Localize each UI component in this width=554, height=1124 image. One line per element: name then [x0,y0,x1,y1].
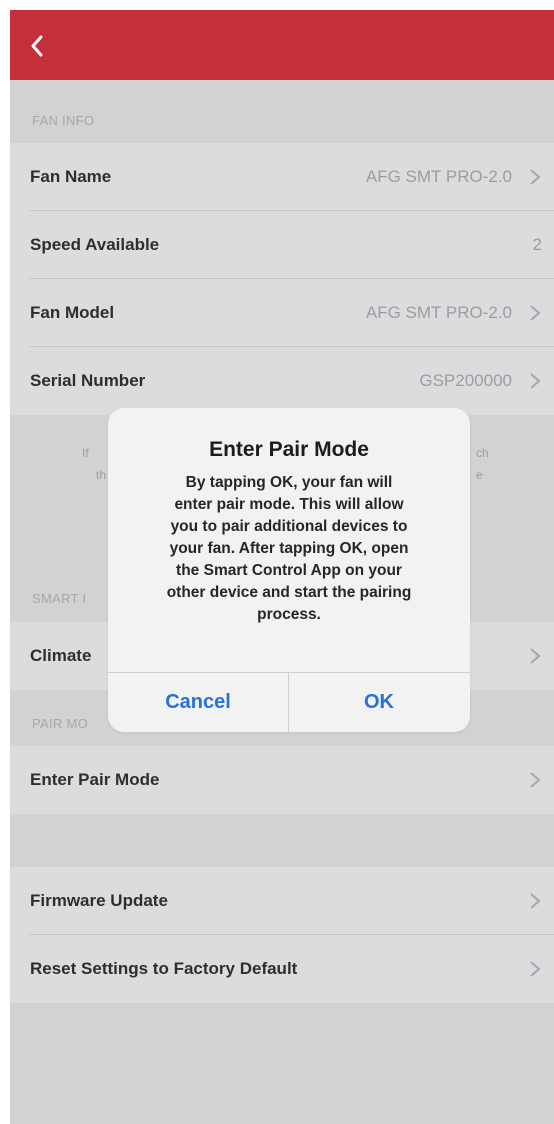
serial-number-row[interactable]: Serial Number GSP200000 [10,347,554,415]
navigation-bar [10,10,554,80]
speed-available-row: Speed Available 2 [10,211,554,279]
alert-message-line: enter pair mode. This will allow [174,496,404,513]
chevron-right-icon [530,169,541,185]
chevron-right-icon [530,893,541,909]
fan-model-value: AFG SMT PRO-2.0 [365,303,512,322]
alert-message: By tapping OK, your fan will enter pair … [120,472,458,626]
fan-model-label: Fan Model [30,303,115,322]
alert-message-line: the Smart Control App on your [176,562,402,579]
fan-name-value: AFG SMT PRO-2.0 [365,167,512,186]
footnote-fragment: e [476,468,483,482]
speed-available-value: 2 [532,235,542,254]
serial-number-label: Serial Number [30,371,146,390]
firmware-update-row[interactable]: Firmware Update [10,867,554,935]
enter-pair-mode-label: Enter Pair Mode [30,770,160,789]
footnote-fragment: th [96,468,107,482]
chevron-right-icon [530,772,541,788]
alert-title: Enter Pair Mode [209,438,369,461]
climate-label: Climate [30,646,92,665]
footnote-fragment: If [82,446,89,460]
fan-name-row[interactable]: Fan Name AFG SMT PRO-2.0 [10,143,554,211]
chevron-left-icon [31,35,43,57]
firmware-update-label: Firmware Update [30,891,168,910]
back-button[interactable] [24,30,54,62]
fan-model-row[interactable]: Fan Model AFG SMT PRO-2.0 [10,279,554,347]
alert-message-line: you to pair additional devices to [170,518,408,535]
chevron-right-icon [530,305,541,321]
enter-pair-mode-row[interactable]: Enter Pair Mode [10,746,554,814]
alert-button-row: Cancel OK [108,672,470,732]
fan-info-section-header: FAN INFO [32,113,95,128]
smart-section-header: SMART I [32,591,87,606]
settings-screen: FAN INFO Fan Name AFG SMT PRO-2.0 Speed … [10,10,554,1124]
chevron-right-icon [530,648,541,664]
fan-name-label: Fan Name [30,167,112,186]
alert-message-line: By tapping OK, your fan will [185,474,393,491]
chevron-right-icon [530,373,541,389]
alert-message-line: other device and start the pairing [166,584,412,601]
pair-mode-alert-dialog: Enter Pair Mode By tapping OK, your fan … [108,408,470,732]
ok-button[interactable]: OK [289,673,469,732]
alert-message-line: your fan. After tapping OK, open [169,540,409,557]
chevron-right-icon [530,961,541,977]
footnote-fragment: ch [476,446,489,460]
cancel-button[interactable]: Cancel [108,673,289,732]
serial-number-value: GSP200000 [419,371,512,390]
reset-settings-label: Reset Settings to Factory Default [30,959,298,978]
speed-available-label: Speed Available [30,235,160,254]
pair-mode-section-header: PAIR MO [32,716,89,731]
alert-message-line: process. [257,606,321,623]
reset-settings-row[interactable]: Reset Settings to Factory Default [10,935,554,1003]
